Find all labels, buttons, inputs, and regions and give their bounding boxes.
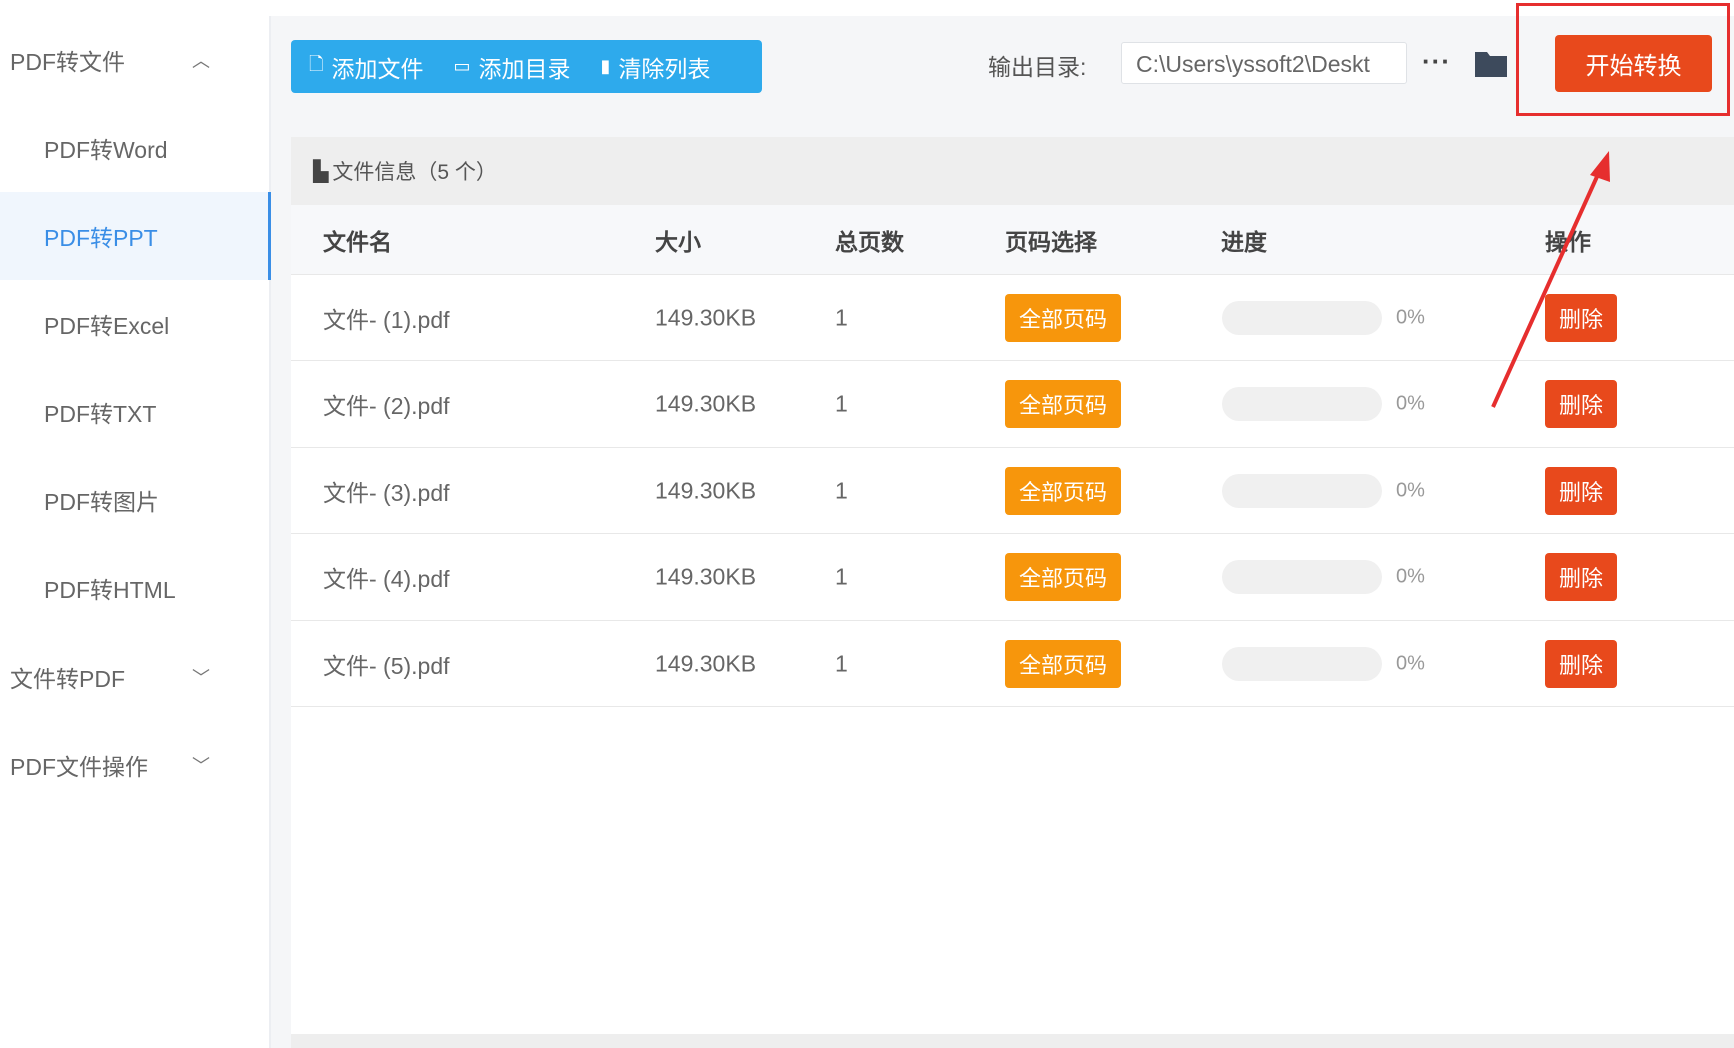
file-info-header: ▙ 文件信息（5 个） — [291, 137, 1734, 205]
add-file-button[interactable]: 🗋 添加文件 — [309, 50, 423, 84]
document-icon: ▙ — [313, 160, 329, 183]
file-name: 文件- (3).pdf — [323, 479, 450, 506]
table-row: 文件- (4).pdf 149.30KB 1 全部页码 0% 删除 — [291, 535, 1734, 621]
trash-icon: ▮ — [600, 56, 611, 76]
page-select-button[interactable]: 全部页码 — [1005, 380, 1122, 428]
more-options-button[interactable]: ··· — [1422, 46, 1451, 77]
toolbar: 🗋 添加文件 ▭ 添加目录 ▮ 清除列表 — [291, 40, 762, 93]
progress-percent: 0% — [1396, 392, 1425, 415]
add-file-label: 添加文件 — [331, 55, 424, 82]
page-count: 1 — [835, 650, 848, 676]
output-dir-label: 输出目录: — [988, 54, 1087, 80]
clear-list-button[interactable]: ▮ 清除列表 — [601, 50, 711, 84]
table-row: 文件- (3).pdf 149.30KB 1 全部页码 0% 删除 — [291, 448, 1734, 534]
add-folder-label: 添加目录 — [478, 55, 571, 82]
delete-button[interactable]: 删除 — [1545, 639, 1618, 688]
file-info-label: 文件信息（5 个） — [332, 161, 497, 184]
sidebar-item-pdf-html[interactable]: PDF转HTML — [0, 544, 271, 632]
panel-footer — [291, 1034, 1734, 1048]
delete-button[interactable]: 删除 — [1545, 293, 1618, 342]
sidebar-group-pdf-ops[interactable]: PDF文件操作 ﹀ — [0, 721, 271, 809]
sidebar-item-pdf-txt[interactable]: PDF转TXT — [0, 368, 271, 456]
file-list-panel: ▙ 文件信息（5 个） 文件名 大小 总页数 页码选择 进度 操作 文件- (1)… — [291, 137, 1734, 1035]
progress-percent: 0% — [1396, 306, 1425, 328]
page-count: 1 — [835, 390, 848, 417]
file-size: 149.30KB — [655, 563, 757, 590]
chevron-up-icon: ︿ — [192, 51, 210, 71]
file-size: 149.30KB — [655, 477, 757, 503]
table-row: 文件- (5).pdf 149.30KB 1 全部页码 0% 删除 — [291, 621, 1734, 707]
table-header: 文件名 大小 总页数 页码选择 进度 操作 — [291, 205, 1734, 275]
progress-bar — [1222, 646, 1382, 681]
header-pages: 总页数 — [835, 228, 904, 255]
sidebar-group-file-to-pdf[interactable]: 文件转PDF ﹀ — [0, 633, 271, 721]
progress-bar — [1222, 300, 1382, 335]
table-row: 文件- (2).pdf 149.30KB 1 全部页码 0% 删除 — [291, 362, 1734, 448]
page-count: 1 — [835, 304, 848, 330]
page-count: 1 — [835, 477, 848, 503]
progress-percent: 0% — [1396, 479, 1425, 501]
file-name: 文件- (1).pdf — [323, 306, 450, 333]
header-progress: 进度 — [1221, 228, 1267, 255]
file-size: 149.30KB — [655, 304, 757, 330]
add-folder-button[interactable]: ▭ 添加目录 — [453, 50, 570, 84]
page-count: 1 — [835, 563, 848, 590]
folder-icon[interactable] — [1474, 48, 1508, 78]
chevron-down-icon: ﹀ — [192, 756, 210, 776]
clear-list-label: 清除列表 — [618, 55, 711, 82]
progress-bar — [1222, 387, 1382, 421]
sidebar-group-pdf-to-file[interactable]: PDF转文件 ︿ — [0, 16, 271, 104]
sidebar-item-pdf-ppt[interactable]: PDF转PPT — [0, 192, 271, 280]
progress-percent: 0% — [1396, 565, 1425, 588]
delete-button[interactable]: 删除 — [1545, 553, 1618, 601]
page-select-button[interactable]: 全部页码 — [1005, 639, 1122, 688]
sidebar: PDF转文件 ︿ PDF转Word PDF转PPT PDF转Excel PDF转T… — [0, 16, 271, 1048]
progress-percent: 0% — [1396, 652, 1425, 674]
group-label: PDF文件操作 — [10, 754, 148, 780]
file-size: 149.30KB — [655, 390, 757, 417]
file-name: 文件- (4).pdf — [323, 566, 450, 592]
group-label: PDF转文件 — [10, 49, 125, 75]
header-size: 大小 — [655, 228, 701, 255]
page-select-button[interactable]: 全部页码 — [1005, 553, 1122, 601]
delete-button[interactable]: 删除 — [1545, 380, 1618, 428]
file-icon: 🗋 — [309, 53, 324, 74]
page-select-button[interactable]: 全部页码 — [1005, 293, 1122, 342]
progress-bar — [1222, 473, 1382, 508]
file-name: 文件- (5).pdf — [323, 652, 450, 679]
output-dir-input[interactable]: C:\Users\yssoft2\Deskt — [1121, 42, 1407, 84]
annotation-highlight-box — [1516, 3, 1730, 116]
folder-outline-icon: ▭ — [453, 56, 471, 76]
sidebar-item-pdf-image[interactable]: PDF转图片 — [0, 456, 271, 544]
file-size: 149.30KB — [655, 650, 757, 676]
sidebar-item-pdf-word[interactable]: PDF转Word — [0, 104, 271, 192]
page-select-button[interactable]: 全部页码 — [1005, 466, 1122, 515]
title-strip — [0, 0, 1734, 16]
table-row: 文件- (1).pdf 149.30KB 1 全部页码 0% 删除 — [291, 275, 1734, 361]
sidebar-item-pdf-excel[interactable]: PDF转Excel — [0, 280, 271, 368]
header-action: 操作 — [1545, 228, 1591, 255]
file-name: 文件- (2).pdf — [323, 393, 450, 419]
header-filename: 文件名 — [323, 228, 392, 255]
group-label: 文件转PDF — [10, 666, 125, 692]
progress-bar — [1222, 560, 1382, 594]
chevron-down-icon: ﹀ — [192, 668, 210, 688]
header-page-select: 页码选择 — [1005, 228, 1097, 255]
delete-button[interactable]: 删除 — [1545, 466, 1618, 515]
